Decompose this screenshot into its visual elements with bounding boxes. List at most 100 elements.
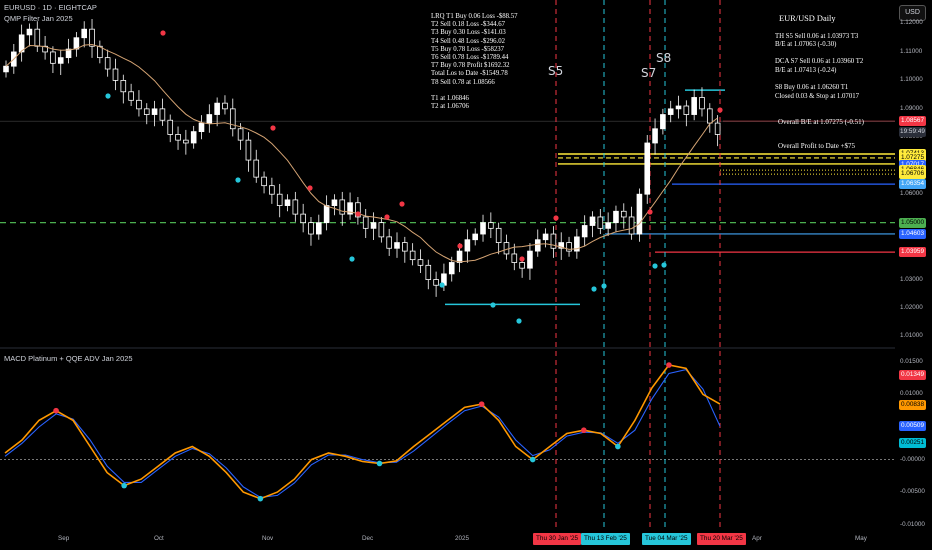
signal-dots [105, 30, 723, 324]
candle-body [636, 193, 643, 235]
price-axis-tick: 1.01000 [900, 332, 923, 340]
candle-body [652, 128, 658, 144]
candle-body [394, 242, 400, 249]
candle-body [448, 262, 455, 275]
candle-body [222, 102, 228, 110]
trade-note-line: T3 Buy 0.30 Loss -$141.03 [431, 29, 506, 37]
price-tag: 1.06354 [899, 179, 926, 190]
buy-signal-dot [235, 177, 241, 183]
trade-note-line: T2 at 1.06706 [431, 103, 469, 111]
candle-body [190, 131, 197, 144]
candle-body [128, 91, 134, 101]
trade-note-line: Total Los to Date -$1549.78 [431, 70, 508, 78]
macd-axis-tick: 0.01500 [900, 357, 923, 365]
signal-line [4, 368, 721, 498]
candle-body [527, 250, 533, 269]
macd-trough-dot [121, 482, 127, 489]
buy-signal-dot [601, 283, 607, 289]
candle-body [581, 225, 588, 238]
candle-body [323, 205, 330, 224]
candle-body [143, 108, 150, 115]
macd-peak-dot [478, 401, 485, 407]
candle-body [26, 28, 33, 36]
x-axis-month-label: May [855, 535, 867, 542]
macd-panel [4, 362, 721, 502]
buy-signal-dot [591, 286, 597, 292]
x-axis-date-tag: Thu 20 Mar '25 [697, 533, 746, 545]
candle-series [3, 18, 721, 297]
candle-body [620, 210, 627, 218]
price-tag: 1.06706 [899, 169, 926, 180]
candle-body [81, 28, 88, 39]
trade-notes-right: EUR/USD Daily TH S5 Sell 0.06 at 1.03973… [775, 14, 863, 101]
candle-body [503, 242, 510, 255]
x-axis-month-label: Oct [154, 535, 164, 542]
overall-profit-label: Overall Profit to Date +$75 [778, 142, 856, 150]
sell-signal-dot [647, 209, 653, 215]
candle-body [292, 199, 299, 215]
candle-body [136, 99, 142, 110]
candle-body [386, 236, 392, 249]
buy-signal-dot [661, 262, 667, 268]
candle-body [378, 222, 385, 238]
notes-title: EUR/USD Daily [779, 14, 836, 23]
buy-signal-dot [105, 93, 111, 99]
sell-signal-dot [270, 125, 276, 131]
macd-peak-dot [53, 407, 59, 414]
candle-body [229, 108, 236, 130]
candle-body [370, 222, 377, 229]
trade-note-line: T2 Sell 0.18 Loss -$344.67 [431, 21, 506, 29]
buy-signal-dot [490, 302, 496, 308]
macd-line [4, 364, 721, 500]
overall-be-label: Overall B/E at 1.07275 (-0.51) [778, 118, 864, 126]
macd-axis-tick: -0.01000 [900, 520, 925, 528]
trade-note-line: B/E at 1.07063 (-0.30) [775, 41, 837, 49]
price-axis-tick: 1.06000 [900, 190, 923, 198]
sell-signal-dot [717, 107, 723, 113]
candle-body [425, 264, 432, 280]
candle-body [433, 279, 439, 286]
x-axis-month-label: Nov [262, 535, 274, 542]
candle-body [409, 250, 416, 261]
candle-body [261, 176, 267, 187]
price-tag: 1.04603 [899, 228, 926, 239]
candle-body [550, 233, 557, 249]
candle-body [315, 222, 322, 235]
candle-body [699, 97, 705, 110]
candle-body [284, 199, 291, 206]
macd-title: MACD Platinum + QQE ADV Jan 2025 [4, 354, 133, 363]
candle-body [362, 216, 369, 229]
buy-signal-dot [652, 263, 658, 269]
candle-body [339, 199, 346, 215]
sell-signal-dot [519, 256, 525, 262]
trade-note-line: T5 Buy 0.78 Loss -$58237 [431, 45, 505, 53]
macd-value-tag: 0.00838 [899, 400, 926, 411]
candle-body [675, 105, 682, 110]
candle-body [667, 108, 674, 115]
candle-body [308, 222, 314, 235]
candle-body [276, 193, 283, 206]
candle-body [331, 199, 338, 206]
price-tag: 1.08567 [899, 116, 926, 127]
candle-body [519, 262, 525, 269]
symbol-title: EURUSD · 1D · EIGHTCAP [4, 3, 97, 12]
grid-lines [0, 347, 895, 460]
price-axis-tick: 1.11000 [900, 47, 923, 55]
candle-body [120, 79, 127, 93]
candle-body [402, 242, 408, 252]
sell-signal-dot [553, 215, 559, 221]
trade-note-line [775, 50, 863, 59]
trade-note-line: T7 Buy 0.78 Profit $1692.32 [431, 62, 510, 70]
price-tag: 1.03959 [899, 247, 926, 258]
candle-body [495, 227, 502, 243]
candle-body [50, 51, 56, 64]
candle-body [167, 119, 174, 135]
candle-body [644, 142, 651, 195]
macd-trough-dot [615, 443, 621, 450]
x-axis-month-label: 2025 [455, 535, 470, 542]
candle-body [542, 233, 549, 241]
candle-body [660, 114, 666, 130]
buy-signal-dot [439, 282, 445, 288]
candle-body [73, 37, 80, 50]
price-axis-tick: 1.12000 [900, 19, 923, 27]
